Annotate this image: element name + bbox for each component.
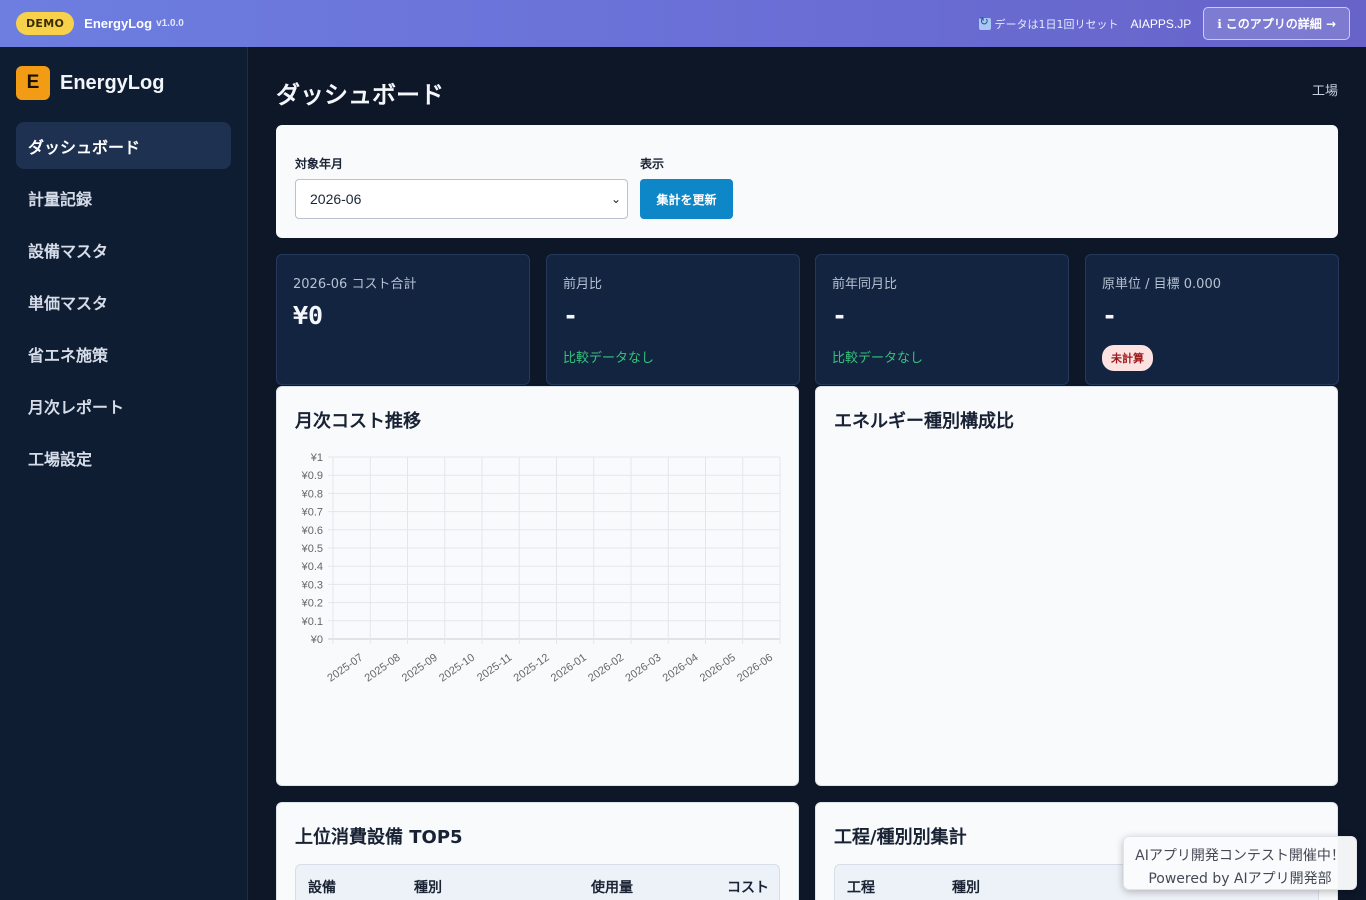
- filter-card: 対象年月 表示 2026-06 ⌄ 集計を更新: [276, 125, 1338, 238]
- kpi-value: -: [832, 301, 848, 330]
- table-header: 設備 種別 使用量 コスト: [295, 864, 780, 900]
- x-tick-label: 2025-07: [325, 652, 365, 685]
- kpi-sub: 比較データなし: [563, 351, 655, 366]
- kpi-value: ¥0: [293, 301, 324, 330]
- monthly-cost-panel: 月次コスト推移 ¥0 ¥0.1 ¥0.2 ¥0.3 ¥0.4 ¥0.5 ¥0.6 ¥0.7 ¥0…: [276, 386, 799, 786]
- sidebar-item-energy-saving[interactable]: 省エネ施策: [16, 330, 231, 377]
- sidebar-item-equipment-master[interactable]: 設備マスタ: [16, 226, 231, 273]
- app-details-label: このアプリの詳細 →: [1225, 17, 1336, 31]
- y-tick-label: ¥0.4: [301, 561, 323, 573]
- x-tick-label: 2026-01: [549, 652, 589, 685]
- reset-note-text: データは1日1回リセット: [994, 17, 1119, 31]
- column-header: 使用量: [591, 880, 633, 896]
- kpi-card-total-cost: 2026-06 コスト合計 ¥0: [276, 254, 530, 385]
- kpi-label: 2026-06 コスト合計: [293, 277, 417, 292]
- kpi-card-mom: 前月比 - 比較データなし: [546, 254, 800, 385]
- y-tick-label: ¥1: [310, 452, 323, 464]
- y-tick-label: ¥0.1: [301, 616, 323, 628]
- kpi-value: -: [1102, 301, 1118, 330]
- panel-title: 上位消費設備 TOP5: [295, 827, 463, 848]
- sidebar-item-factory-settings[interactable]: 工場設定: [16, 434, 231, 481]
- display-label: 表示: [640, 157, 665, 171]
- logo-text: EnergyLog: [60, 71, 165, 94]
- status-badge: 未計算: [1102, 345, 1153, 371]
- y-tick-label: ¥0.9: [301, 470, 323, 482]
- sidebar-item-monthly-report[interactable]: 月次レポート: [16, 382, 231, 429]
- kpi-label: 前月比: [563, 277, 603, 292]
- toast-line-1: AIアプリ開発コンテスト開催中！: [1135, 848, 1345, 864]
- y-tick-label: ¥0: [310, 634, 323, 646]
- month-select[interactable]: 2026-06 ⌄: [295, 179, 628, 219]
- energy-mix-panel: エネルギー種別構成比: [815, 386, 1338, 786]
- column-header: 種別: [414, 880, 442, 896]
- sidebar: E EnergyLog ダッシュボード 計量記録 設備マスタ 単価マスタ 省エネ…: [0, 47, 248, 900]
- x-tick-label: 2026-03: [623, 652, 663, 685]
- y-tick-label: ¥0.8: [301, 488, 323, 500]
- app-name: EnergyLog: [84, 16, 153, 31]
- kpi-label: 原単位 / 目標 0.000: [1102, 277, 1221, 292]
- x-tick-label: 2025-09: [400, 652, 440, 685]
- y-tick-label: ¥0.6: [301, 525, 323, 537]
- contest-toast[interactable]: AIアプリ開発コンテスト開催中！ Powered by AIアプリ開発部: [1123, 836, 1357, 890]
- month-label: 対象年月: [295, 157, 344, 171]
- sidebar-item-dashboard[interactable]: ダッシュボード: [16, 122, 231, 169]
- chevron-down-icon: ⌄: [610, 192, 621, 206]
- column-header: 種別: [952, 880, 980, 896]
- x-tick-label: 2025-11: [475, 652, 514, 685]
- page-title: ダッシュボード: [276, 81, 444, 109]
- logo[interactable]: E EnergyLog: [16, 66, 164, 100]
- month-select-value: 2026-06: [310, 191, 362, 207]
- refresh-summary-button[interactable]: 集計を更新: [640, 179, 733, 219]
- sidebar-item-unit-price-master[interactable]: 単価マスタ: [16, 278, 231, 325]
- x-tick-label: 2025-12: [512, 652, 552, 685]
- demo-badge: DEMO: [16, 12, 75, 35]
- monthly-cost-chart: ¥0 ¥0.1 ¥0.2 ¥0.3 ¥0.4 ¥0.5 ¥0.6 ¥0.7 ¥0.8 ¥0.9 ¥1…: [301, 452, 781, 685]
- top-bar: DEMO EnergyLog v1.0.0 データは1日1回リセット AIAPP…: [0, 0, 1366, 47]
- x-tick-label: 2025-10: [437, 652, 477, 685]
- panel-title: 工程/種別別集計: [834, 827, 967, 848]
- panel-title: 月次コスト推移: [295, 411, 421, 432]
- x-tick-label: 2026-02: [586, 652, 626, 685]
- refresh-icon: [978, 15, 991, 30]
- y-tick-label: ¥0.3: [301, 579, 323, 591]
- info-icon: ℹ: [1217, 16, 1222, 31]
- x-tick-label: 2026-06: [735, 652, 775, 685]
- column-header: 工程: [847, 880, 875, 896]
- main-content: ダッシュボード 工場 対象年月 表示 2026-06 ⌄ 集計を更新 2026-…: [248, 47, 1366, 900]
- app-details-button[interactable]: ℹ このアプリの詳細 →: [1203, 7, 1350, 40]
- factory-label: 工場: [1311, 84, 1338, 99]
- kpi-sub: 比較データなし: [832, 351, 924, 366]
- kpi-card-intensity: 原単位 / 目標 0.000 - 未計算: [1085, 254, 1339, 385]
- y-tick-label: ¥0.7: [301, 507, 323, 519]
- panel-title: エネルギー種別構成比: [834, 411, 1014, 432]
- kpi-label: 前年同月比: [832, 277, 898, 292]
- y-tick-label: ¥0.5: [301, 543, 323, 555]
- x-tick-label: 2026-05: [698, 652, 738, 685]
- sidebar-item-measurements[interactable]: 計量記録: [16, 174, 231, 221]
- column-header: 設備: [308, 880, 336, 896]
- app-version: v1.0.0: [156, 18, 184, 29]
- sidebar-nav: ダッシュボード 計量記録 設備マスタ 単価マスタ 省エネ施策 月次レポート 工場…: [16, 122, 231, 486]
- logo-mark: E: [16, 66, 50, 100]
- toast-line-2: Powered by AIアプリ開発部: [1148, 871, 1332, 887]
- site-link[interactable]: AIAPPS.JP: [1131, 17, 1192, 31]
- kpi-card-yoy: 前年同月比 - 比較データなし: [815, 254, 1069, 385]
- x-tick-label: 2025-08: [363, 652, 403, 685]
- top5-panel: 上位消費設備 TOP5 設備 種別 使用量 コスト: [276, 802, 799, 900]
- x-tick-label: 2026-04: [661, 652, 701, 685]
- reset-note: データは1日1回リセット: [978, 15, 1119, 32]
- column-header: コスト: [727, 880, 769, 896]
- y-tick-label: ¥0.2: [301, 598, 323, 610]
- kpi-value: -: [563, 301, 579, 330]
